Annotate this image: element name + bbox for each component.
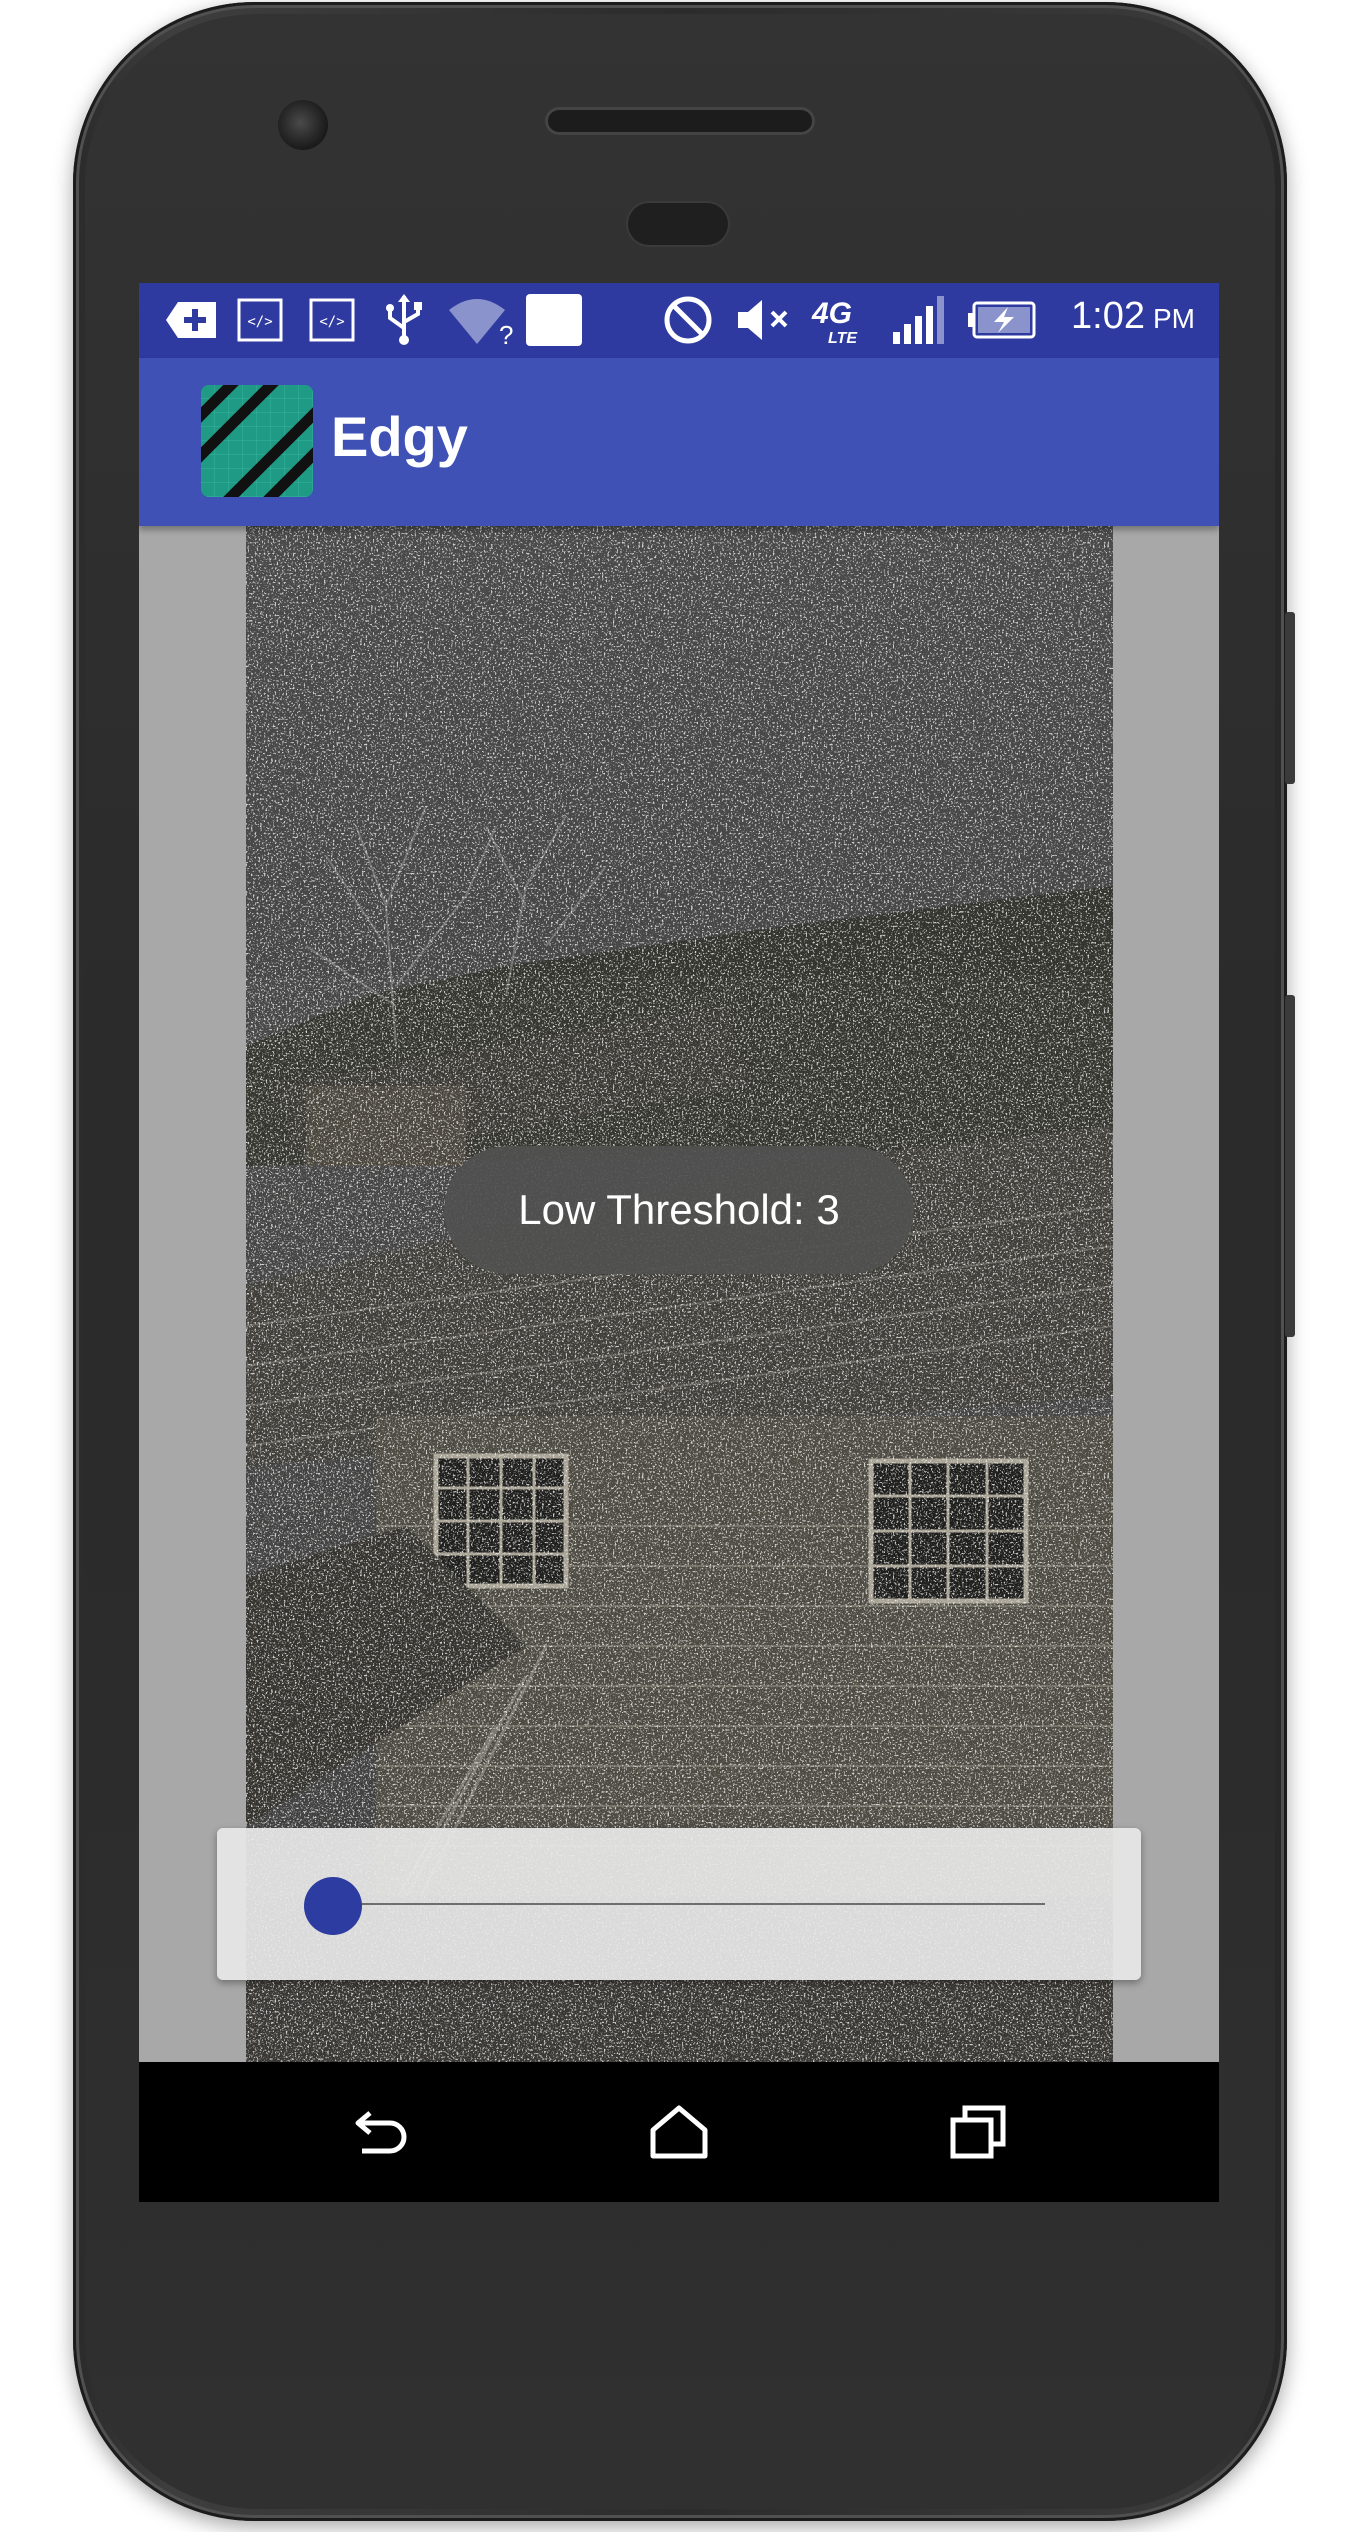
network-label: LTE — [828, 330, 858, 347]
recents-icon — [950, 2105, 1006, 2159]
content-area: Low Threshold: 3 — [139, 526, 1219, 2062]
back-button[interactable] — [347, 2100, 417, 2164]
do-not-disturb-icon — [661, 293, 715, 347]
recents-button[interactable] — [944, 2100, 1014, 2164]
slider-thumb[interactable] — [304, 1877, 362, 1935]
mute-icon — [735, 293, 797, 347]
app-bar: Edgy — [139, 358, 1219, 526]
usb-icon — [379, 293, 429, 347]
volume-button — [1285, 995, 1295, 1337]
svg-text:</>: </> — [247, 314, 272, 330]
app-title: Edgy — [331, 405, 468, 468]
home-icon — [650, 2105, 708, 2159]
plus-notification-icon — [163, 293, 219, 347]
threshold-toast: Low Threshold: 3 — [444, 1146, 914, 1274]
wifi-unknown-icon: ? — [445, 293, 515, 347]
blank-notification-icon — [523, 293, 585, 347]
svg-text:?: ? — [499, 320, 513, 346]
code-icon: </> — [307, 293, 357, 347]
earpiece-speaker — [548, 110, 812, 132]
clock: 1:02 PM — [1071, 295, 1195, 345]
svg-text:</>: </> — [319, 314, 344, 330]
battery-charging-icon — [965, 293, 1037, 347]
slider-track[interactable] — [333, 1903, 1045, 1905]
back-icon — [355, 2111, 407, 2154]
home-button[interactable] — [644, 2100, 714, 2164]
signal-icon — [889, 293, 949, 347]
clock-ampm: PM — [1153, 303, 1195, 334]
screen: </> </> ? 4G LTE 1:02 PM Edgy Low Thresh… — [139, 283, 1219, 2202]
navigation-bar — [139, 2062, 1219, 2202]
power-button — [1285, 612, 1295, 784]
code-icon: </> — [235, 293, 285, 347]
front-camera — [278, 100, 328, 150]
app-logo-icon — [201, 385, 313, 497]
threshold-slider-card — [217, 1828, 1141, 1980]
network-4g-lte-icon: 4G LTE — [809, 293, 875, 347]
proximity-sensor — [628, 203, 728, 245]
svg-text:4G: 4G — [811, 297, 852, 330]
clock-time: 1:02 — [1071, 295, 1145, 337]
status-bar: </> </> ? 4G LTE 1:02 PM — [139, 283, 1219, 358]
